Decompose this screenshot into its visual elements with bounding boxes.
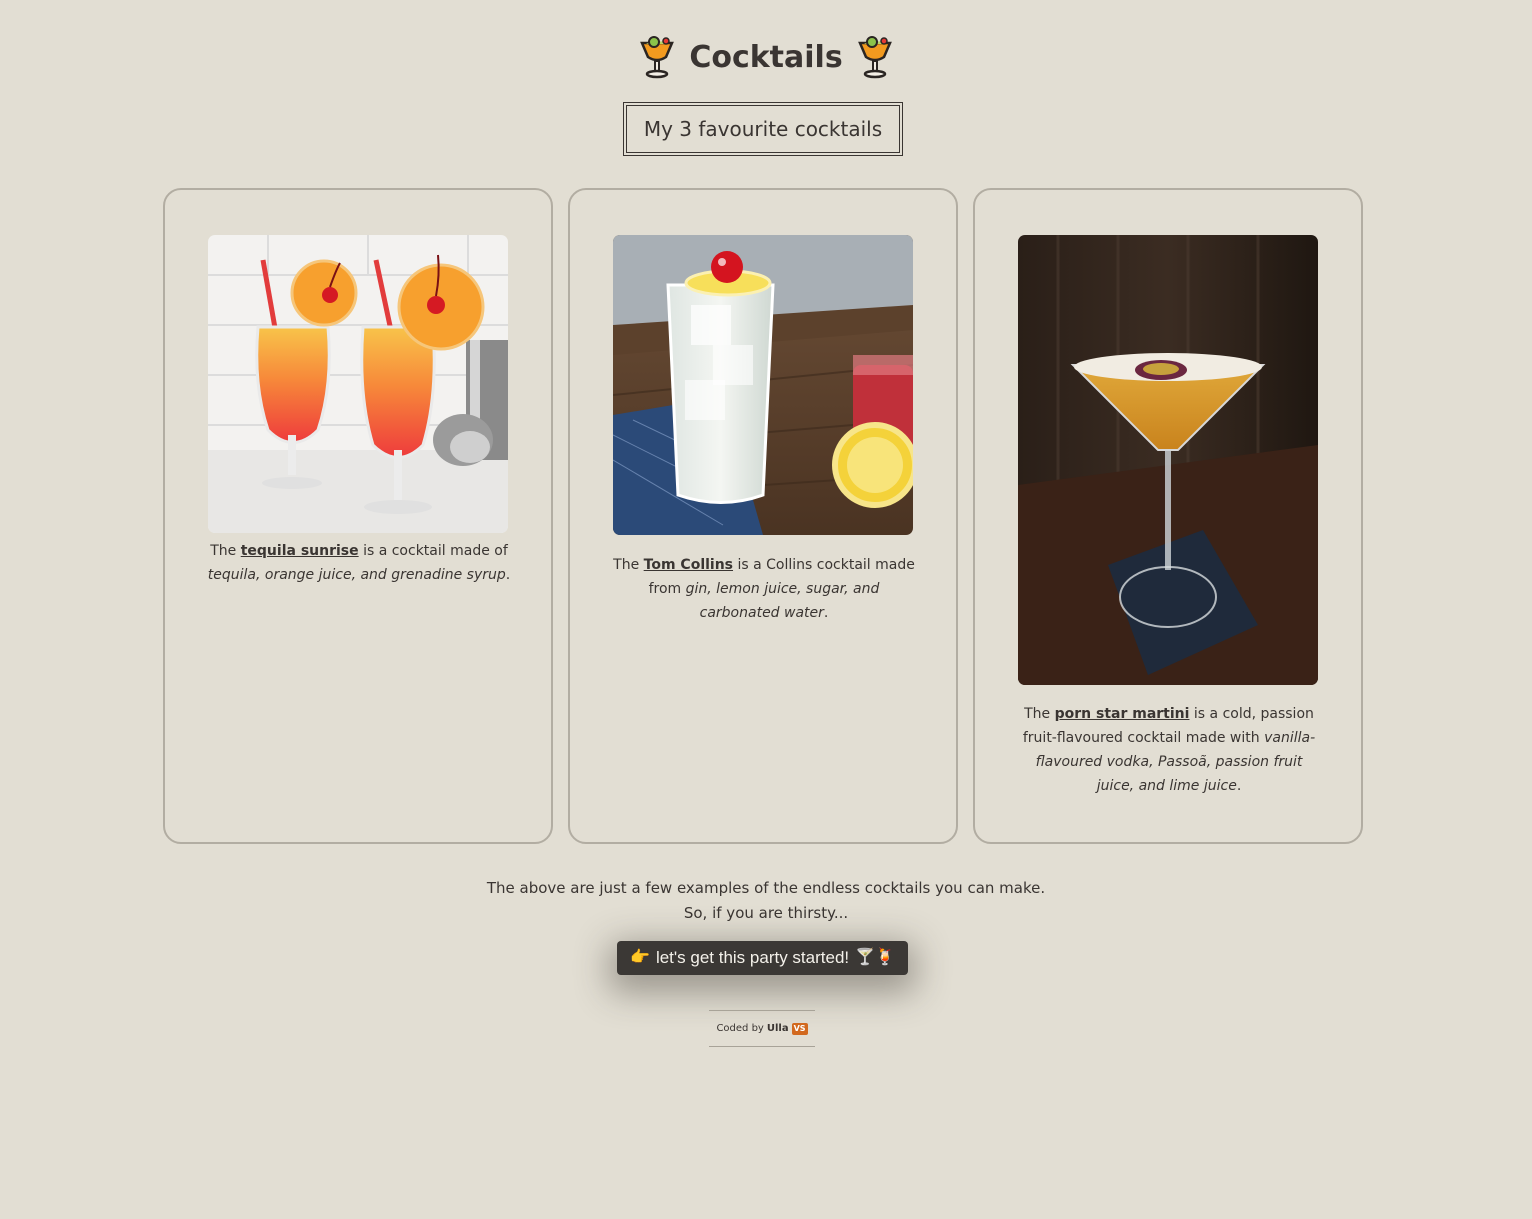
cocktail-card-porn-star-martini: The porn star martini is a cold, passion… (973, 188, 1363, 844)
porn-star-martini-photo (1018, 235, 1318, 685)
tequila-sunrise-description: The tequila sunrise is a cocktail made o… (205, 539, 513, 587)
desc-text: . (505, 567, 511, 583)
subtitle-box: My 3 favourite cocktails (623, 102, 903, 156)
ingredients-text: tequila, orange juice, and grenadine syr… (207, 567, 506, 583)
footer-message: The above are just a few examples of the… (0, 876, 1532, 926)
ingredients-text: gin, lemon juice, sugar, and carbonated … (685, 581, 880, 621)
tom-collins-photo (613, 235, 913, 535)
desc-text: . (1236, 778, 1242, 794)
tequila-sunrise-link[interactable]: tequila sunrise (241, 543, 359, 559)
cocktail-card-tequila-sunrise: The tequila sunrise is a cocktail made o… (163, 188, 553, 844)
page-header: Cocktails (0, 30, 1532, 84)
subtitle-text: My 3 favourite cocktails (643, 117, 883, 141)
tom-collins-description: The Tom Collins is a Collins cocktail ma… (610, 553, 918, 625)
party-button[interactable]: 👉 let's get this party started! 🍸🍹 (617, 941, 908, 975)
porn-star-martini-link[interactable]: porn star martini (1055, 706, 1190, 722)
tom-collins-link[interactable]: Tom Collins (644, 557, 733, 573)
desc-text: . (823, 605, 829, 621)
cocktail-glasses-icon: 🍸🍹 (855, 949, 895, 966)
desc-text: The (613, 557, 644, 573)
credit-name[interactable]: Ulla (767, 1023, 789, 1034)
pointing-hand-icon: 👉 (630, 949, 650, 966)
party-button-label: let's get this party started! (655, 948, 850, 967)
credit-footer: Coded by Ulla VS (709, 1010, 815, 1047)
porn-star-martini-description: The porn star martini is a cold, passion… (1015, 702, 1323, 798)
page-title: Cocktails (689, 39, 843, 75)
footer-line-2: So, if you are thirsty... (683, 904, 849, 922)
credit-prefix: Coded by (716, 1023, 764, 1034)
desc-text: The (1024, 706, 1055, 722)
tropical-drink-icon (640, 36, 675, 79)
desc-text: The (210, 543, 241, 559)
desc-text: is a cocktail made of (358, 543, 508, 559)
vs-code-icon: VS (791, 1022, 808, 1035)
cocktail-card-tom-collins: The Tom Collins is a Collins cocktail ma… (568, 188, 958, 844)
tropical-drink-icon (857, 36, 892, 79)
tequila-sunrise-photo (208, 235, 508, 533)
footer-line-1: The above are just a few examples of the… (486, 879, 1046, 897)
